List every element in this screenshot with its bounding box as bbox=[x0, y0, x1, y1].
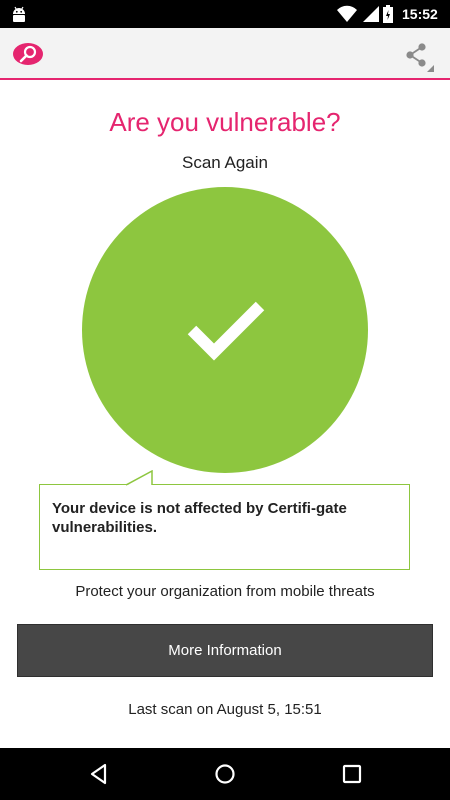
more-information-button[interactable]: More Information bbox=[17, 624, 433, 677]
result-message: Your device is not affected by Certifi-g… bbox=[52, 500, 347, 536]
signal-icon bbox=[363, 6, 379, 22]
share-button[interactable] bbox=[400, 40, 434, 72]
battery-icon bbox=[383, 5, 393, 23]
bubble-tail bbox=[126, 470, 153, 486]
result-message-box: Your device is not affected by Certifi-g… bbox=[39, 484, 410, 570]
app-logo-icon bbox=[13, 43, 43, 65]
checkmark-icon bbox=[187, 301, 265, 361]
navigation-bar bbox=[0, 748, 450, 800]
page-title: Are you vulnerable? bbox=[109, 107, 341, 137]
status-time: 15:52 bbox=[402, 6, 438, 22]
last-scan-text: Last scan on August 5, 15:51 bbox=[128, 701, 322, 718]
app-bar bbox=[0, 28, 450, 80]
back-icon[interactable] bbox=[86, 761, 112, 787]
status-bar: 15:52 bbox=[0, 0, 450, 28]
recent-apps-icon[interactable] bbox=[339, 761, 365, 787]
share-icon bbox=[406, 43, 434, 72]
home-icon[interactable] bbox=[212, 761, 238, 787]
android-icon bbox=[13, 6, 25, 22]
scan-again-button[interactable]: Scan Again bbox=[150, 152, 300, 174]
wifi-icon bbox=[337, 5, 357, 22]
protect-text: Protect your organization from mobile th… bbox=[75, 583, 375, 600]
